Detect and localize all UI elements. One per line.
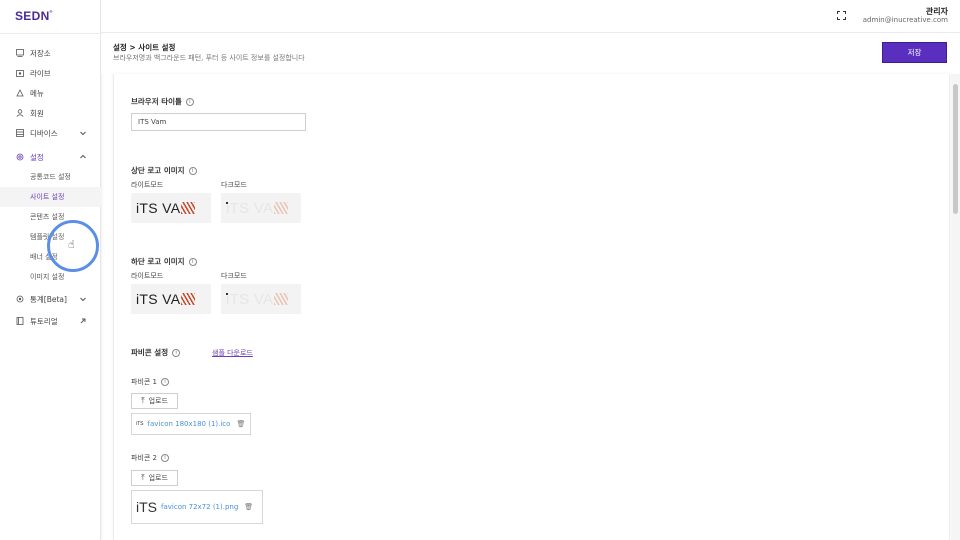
top-logo-label-text: 상단 로고 이미지 bbox=[131, 166, 185, 175]
settings-icon bbox=[16, 153, 24, 161]
logo-text: iTS VA bbox=[136, 200, 181, 216]
info-icon[interactable]: i bbox=[188, 166, 197, 175]
top-logo-label: 상단 로고 이미지 i bbox=[131, 165, 197, 176]
sidebar-item-menu[interactable]: 메뉴 bbox=[0, 83, 101, 103]
page-description: 브라우저명과 백그라운드 패턴, 푸터 등 사이트 정보를 설정합니다 bbox=[113, 54, 305, 62]
storage-icon bbox=[16, 49, 24, 57]
logo-text: iTS VA bbox=[136, 291, 181, 307]
light-mode-label: 라이트모드 bbox=[131, 181, 164, 189]
info-icon[interactable]: i bbox=[185, 97, 194, 106]
browser-title-label-text: 브라우저 타이틀 bbox=[131, 97, 182, 106]
menu-icon bbox=[16, 89, 24, 97]
bottom-logo-label: 하단 로고 이미지 i bbox=[131, 256, 197, 267]
logo-stripes bbox=[274, 202, 289, 214]
external-link-icon bbox=[80, 318, 86, 324]
sidebar-item-label: 설정 bbox=[30, 152, 44, 162]
divider bbox=[0, 33, 101, 34]
trash-icon[interactable]: 🗑 bbox=[244, 503, 253, 511]
favicon1-label: 파비콘 1 i bbox=[131, 377, 169, 387]
logo-stripes bbox=[181, 202, 196, 214]
chevron-down-icon bbox=[80, 297, 86, 302]
sidebar-item-storage[interactable]: 저장소 bbox=[0, 43, 101, 63]
favicon2-upload-button[interactable]: ⤒ 업로드 bbox=[131, 470, 178, 486]
bottom-logo-dark-preview[interactable]: iTS VA bbox=[221, 284, 301, 314]
dark-mode-label: 다크모드 bbox=[221, 181, 247, 189]
upload-icon: ⤒ bbox=[141, 473, 145, 482]
sidebar-item-live[interactable]: 라이브 bbox=[0, 63, 101, 83]
sidebar-item-device[interactable]: 디바이스 bbox=[0, 123, 101, 143]
stats-icon bbox=[16, 295, 24, 303]
logo-stripes bbox=[181, 293, 196, 305]
logo-dot bbox=[226, 202, 228, 204]
favicon-label-text: 파비콘 설정 bbox=[131, 348, 169, 357]
scrollbar[interactable] bbox=[951, 74, 960, 540]
browser-title-input[interactable]: ITS Vam bbox=[131, 113, 306, 131]
sidebar-subitem-site[interactable]: 사이트 설정 bbox=[0, 187, 101, 207]
top-logo-light-preview[interactable]: iTS VA bbox=[131, 193, 211, 223]
favicon-label: 파비콘 설정 i bbox=[131, 347, 181, 358]
sidebar-subitem-image[interactable]: 이미지 설정 bbox=[0, 267, 101, 287]
sidebar: SEDN® 저장소 라이브 메뉴 회원 디바이스 설정 공통코드 설정 사이트 … bbox=[0, 0, 101, 540]
favicon1-thumb: iTS bbox=[136, 421, 144, 427]
favicon1-upload-button[interactable]: ⤒ 업로드 bbox=[131, 393, 178, 409]
info-icon[interactable]: i bbox=[172, 348, 181, 357]
favicon2-thumb: iTS bbox=[136, 499, 157, 515]
favicon2-filename[interactable]: favicon 72x72 (1).png bbox=[161, 503, 238, 511]
tutorial-icon bbox=[16, 317, 24, 325]
fullscreen-icon[interactable] bbox=[837, 11, 846, 20]
device-icon bbox=[16, 129, 24, 137]
top-logo-dark-preview[interactable]: iTS VA bbox=[221, 193, 301, 223]
trash-icon[interactable]: 🗑 bbox=[236, 420, 245, 428]
sidebar-item-label: 저장소 bbox=[30, 48, 51, 58]
bottom-logo-label-text: 하단 로고 이미지 bbox=[131, 257, 185, 266]
sidebar-item-label: 디바이스 bbox=[30, 128, 58, 138]
logo-text: iTS VA bbox=[226, 290, 274, 308]
sidebar-item-label: 메뉴 bbox=[30, 88, 44, 98]
favicon1-filename[interactable]: favicon 180x180 (1).ico bbox=[148, 420, 231, 428]
sidebar-subitem-common-code[interactable]: 공통코드 설정 bbox=[0, 167, 101, 187]
user-email: admin@inucreative.com bbox=[862, 16, 948, 24]
favicon1-file: iTS favicon 180x180 (1).ico 🗑 bbox=[131, 413, 251, 435]
chevron-up-icon bbox=[80, 154, 86, 159]
scrollbar-thumb[interactable] bbox=[953, 84, 958, 214]
dark-mode-label: 다크모드 bbox=[221, 272, 247, 280]
settings-form: 브라우저 타이틀 i ITS Vam 상단 로고 이미지 i 라이트모드 다크모… bbox=[113, 74, 950, 540]
info-icon[interactable]: i bbox=[161, 378, 169, 386]
sidebar-item-label: 통계[Beta] bbox=[30, 294, 67, 304]
logo-stripes bbox=[274, 293, 289, 305]
sample-download-link[interactable]: 샘플 다운로드 bbox=[212, 348, 253, 358]
sidebar-item-label: 회원 bbox=[30, 108, 44, 118]
user-icon bbox=[16, 109, 24, 117]
sidebar-item-stats[interactable]: 통계[Beta] bbox=[0, 289, 101, 309]
topbar: 관리자 admin@inucreative.com bbox=[101, 0, 960, 33]
logo-text: iTS VA bbox=[226, 199, 274, 217]
upload-label: 업로드 bbox=[148, 474, 168, 482]
favicon2-file: iTS favicon 72x72 (1).png 🗑 bbox=[131, 490, 263, 524]
upload-icon: ⤒ bbox=[141, 396, 145, 405]
logo-dot bbox=[226, 293, 228, 295]
light-mode-label: 라이트모드 bbox=[131, 272, 164, 280]
sidebar-item-label: 튜토리얼 bbox=[30, 316, 58, 326]
chevron-down-icon bbox=[80, 131, 86, 136]
favicon2-label: 파비콘 2 i bbox=[131, 453, 169, 463]
live-icon bbox=[16, 69, 24, 77]
sidebar-item-label: 라이브 bbox=[30, 68, 51, 78]
sidebar-item-member[interactable]: 회원 bbox=[0, 103, 101, 123]
info-icon[interactable]: i bbox=[161, 454, 169, 462]
sidebar-nav: 저장소 라이브 메뉴 회원 디바이스 설정 공통코드 설정 사이트 설정 콘텐츠… bbox=[0, 43, 101, 331]
favicon1-label-text: 파비콘 1 bbox=[131, 378, 157, 386]
sidebar-item-tutorial[interactable]: 튜토리얼 bbox=[0, 311, 101, 331]
info-icon[interactable]: i bbox=[188, 257, 197, 266]
page-header: 설정 > 사이트 설정 브라우저명과 백그라운드 패턴, 푸터 등 사이트 정보… bbox=[101, 34, 951, 74]
sidebar-item-settings[interactable]: 설정 bbox=[0, 147, 101, 167]
bottom-logo-light-preview[interactable]: iTS VA bbox=[131, 284, 211, 314]
breadcrumb: 설정 > 사이트 설정 bbox=[113, 43, 176, 52]
browser-title-label: 브라우저 타이틀 i bbox=[131, 96, 194, 107]
brand-logo[interactable]: SEDN® bbox=[15, 9, 53, 23]
upload-label: 업로드 bbox=[148, 397, 168, 405]
save-button[interactable]: 저장 bbox=[882, 42, 947, 63]
pointer-hand-icon: ☝ bbox=[68, 238, 75, 251]
favicon2-label-text: 파비콘 2 bbox=[131, 454, 157, 462]
